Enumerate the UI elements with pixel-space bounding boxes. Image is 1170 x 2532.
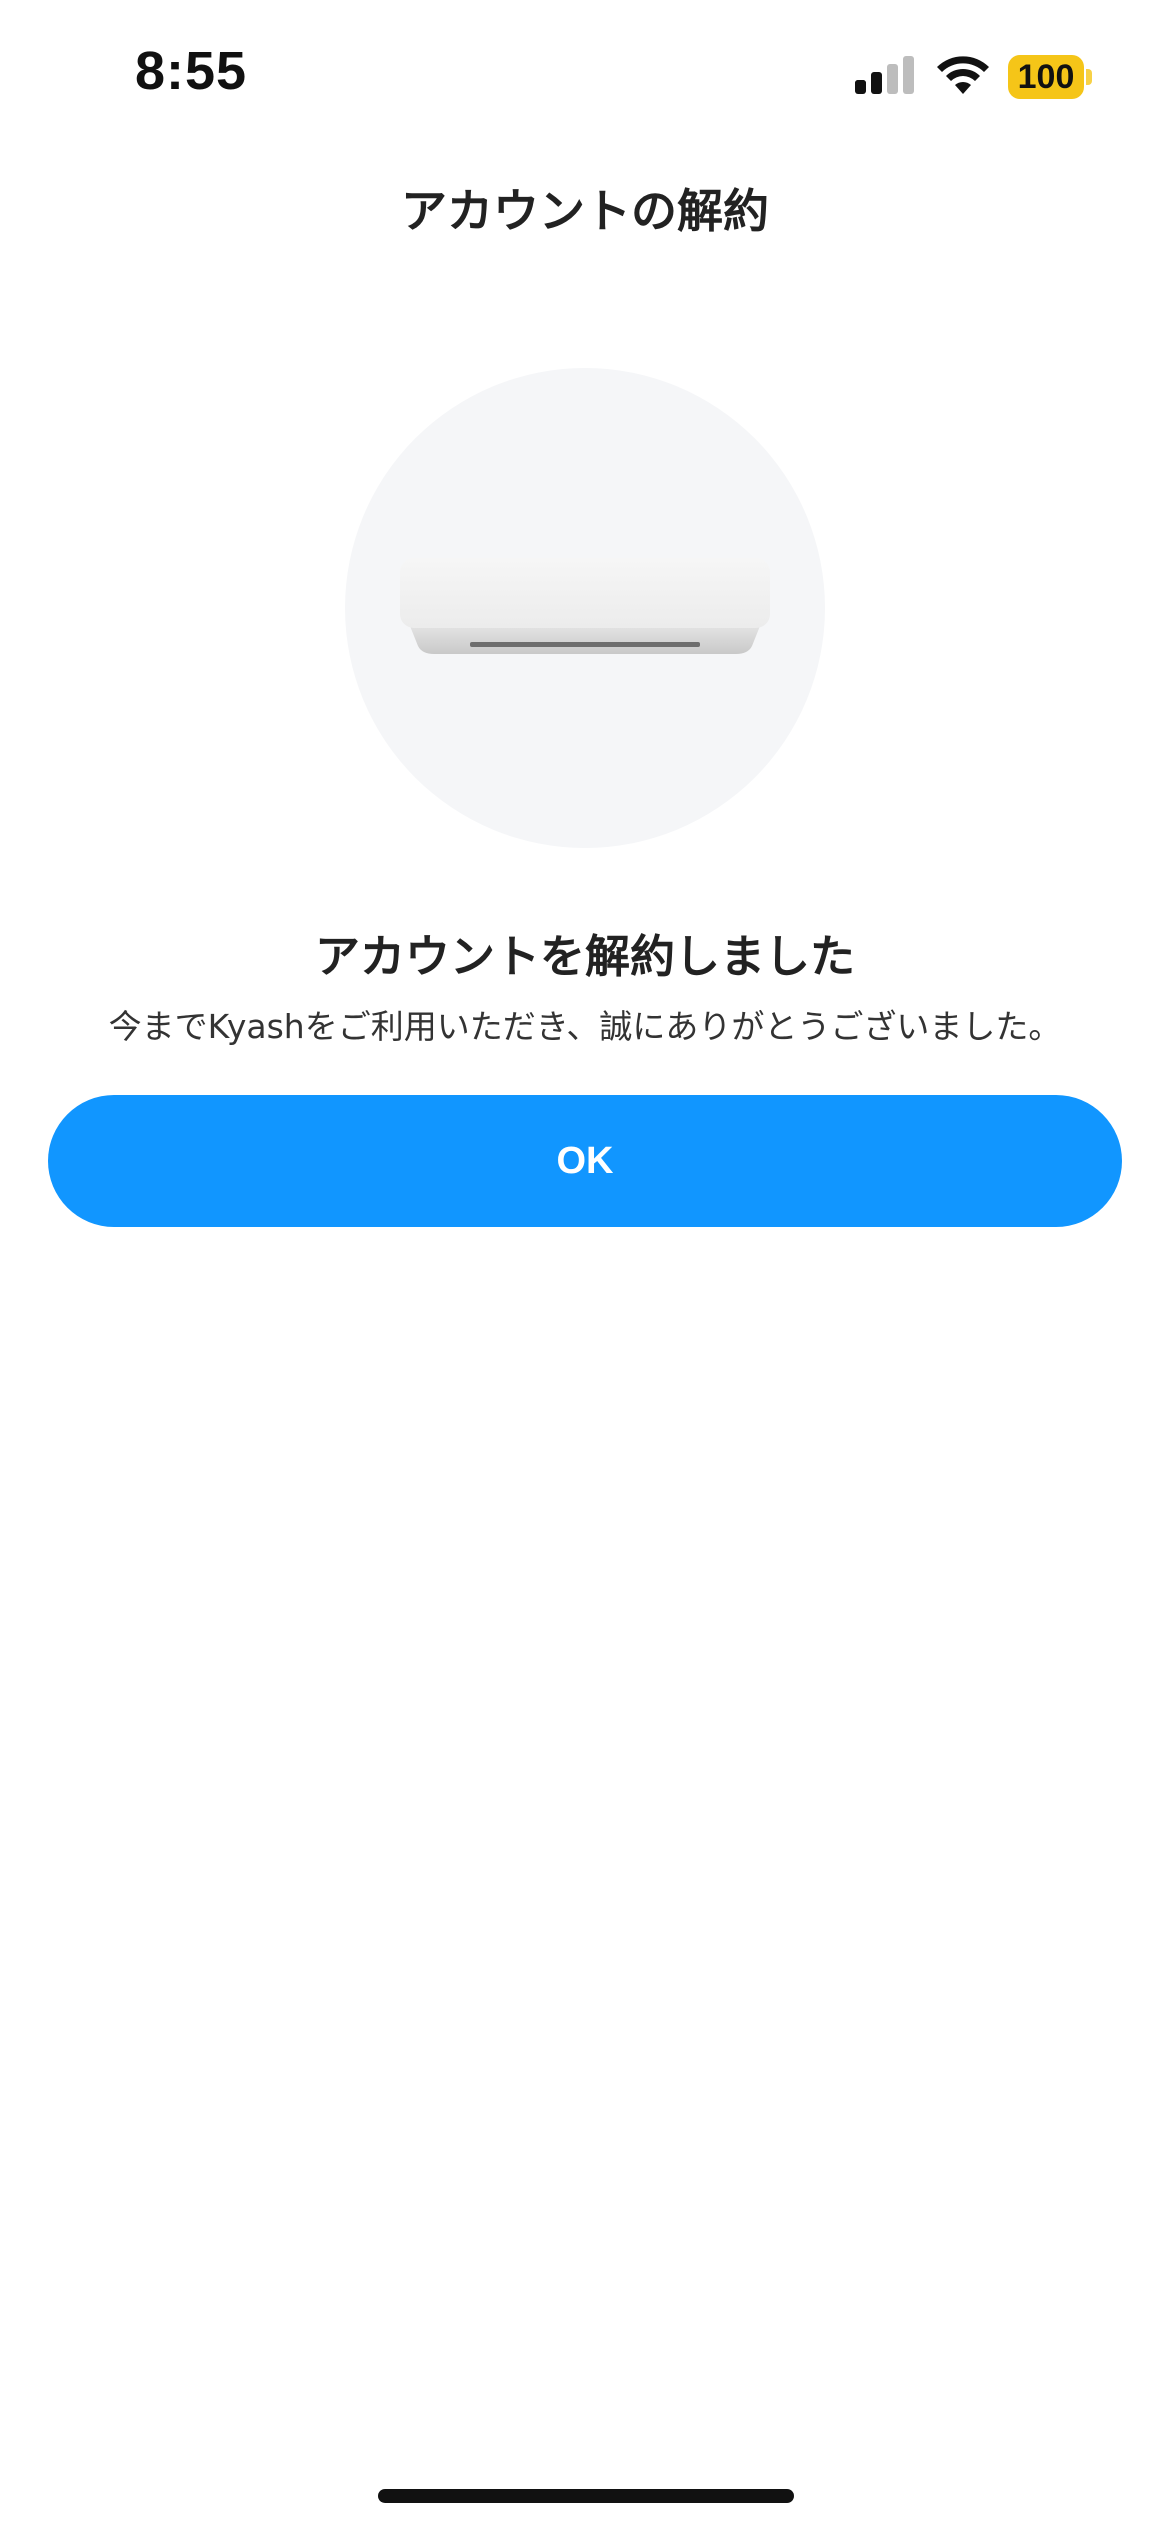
message-body: 今までKyashをご利用いただき、誠にありがとうございました。 — [108, 1007, 1062, 1046]
battery-level: 100 — [1008, 55, 1084, 99]
illustration — [345, 368, 825, 848]
wifi-icon — [937, 56, 989, 94]
battery-tip — [1086, 69, 1092, 85]
message-title: アカウントを解約しました — [314, 930, 855, 983]
home-indicator[interactable] — [378, 2489, 794, 2503]
air-conditioner-icon — [400, 558, 770, 654]
status-time: 8:55 — [135, 41, 248, 101]
status-bar: 8:55 100 — [0, 0, 1170, 150]
battery-icon: 100 — [1008, 55, 1092, 99]
ok-button[interactable]: OK — [48, 1095, 1122, 1227]
page-title: アカウントの解約 — [401, 184, 769, 238]
cellular-signal-icon — [855, 56, 914, 94]
